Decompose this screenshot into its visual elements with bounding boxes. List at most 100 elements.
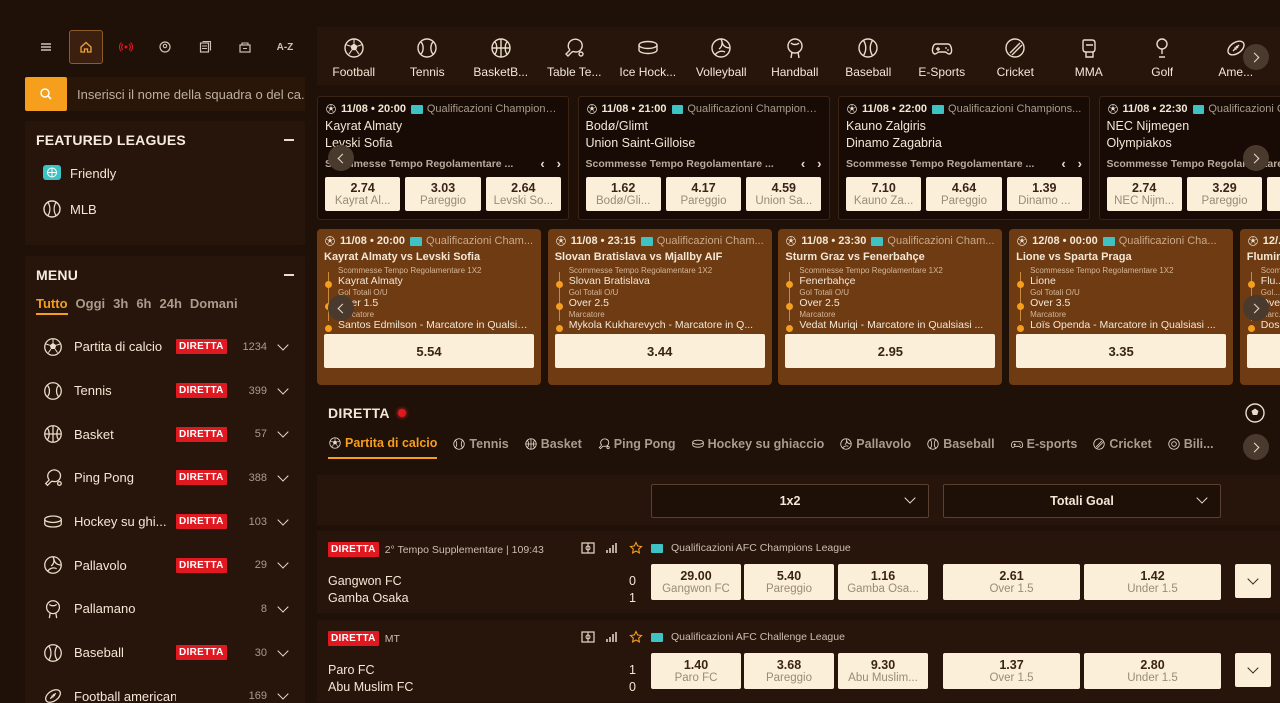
odds-button[interactable]: 7.10 Kauno Za... xyxy=(846,177,922,211)
odds-button[interactable]: 1.62 Bodø/Gli... xyxy=(585,177,661,211)
sidebar-sport-item[interactable]: Ping Pong DIRETTA 388 xyxy=(25,456,305,500)
odds-button[interactable]: 2.64 Levski So... xyxy=(485,177,561,211)
sports-nav-item[interactable]: Football xyxy=(317,27,391,85)
more-markets-button[interactable] xyxy=(1235,564,1271,598)
more-markets-button[interactable] xyxy=(1235,653,1271,687)
totals-odds-button[interactable]: 2.61 Over 1.5 xyxy=(943,564,1080,600)
odds-button[interactable]: 4.17 Pareggio xyxy=(665,177,742,211)
live-tab[interactable]: Tennis xyxy=(452,429,509,459)
collapse-icon[interactable] xyxy=(284,274,294,276)
stats-icon[interactable] xyxy=(605,541,619,555)
time-filter-oggi[interactable]: Oggi xyxy=(76,296,106,315)
menu-icon[interactable] xyxy=(29,30,63,64)
search-icon[interactable] xyxy=(25,77,67,111)
user-circle-icon[interactable] xyxy=(148,30,182,64)
odds-button[interactable]: 29.00 Gangwon FC xyxy=(651,564,741,600)
bet-builder-odds-button[interactable]: 2.95 xyxy=(785,334,996,368)
sidebar-sport-item[interactable]: Pallamano 8 xyxy=(25,587,305,631)
search-input[interactable] xyxy=(67,77,305,111)
odds-button[interactable]: 4.64 Pareggio xyxy=(926,177,1002,211)
featured-match-card[interactable]: 11/08 • 21:00 Qualificazioni Champions .… xyxy=(577,96,830,220)
market-select-totals[interactable]: Totali Goal xyxy=(943,484,1221,518)
star-icon[interactable] xyxy=(629,630,643,644)
bet-builder-odds-button[interactable] xyxy=(1246,334,1280,368)
odds-button[interactable]: 1.16 Gamba Osa... xyxy=(838,564,928,600)
sidebar-sport-item[interactable]: Tennis DIRETTA 399 xyxy=(25,369,305,413)
odds-button[interactable]: 4.59 Union Sa... xyxy=(746,177,822,211)
featured-match-card[interactable]: 11/08 • 22:00 Qualificazioni Champions..… xyxy=(838,96,1090,220)
bet-builder-prev-button[interactable] xyxy=(328,295,354,321)
soccer-ball-icon[interactable] xyxy=(1244,402,1266,424)
odds-button[interactable] xyxy=(1267,177,1280,211)
pitch-icon[interactable] xyxy=(581,630,595,644)
live-tab[interactable]: Cricket xyxy=(1092,429,1152,459)
bet-builder-odds-button[interactable]: 5.54 xyxy=(324,334,534,368)
live-tabs-next-button[interactable] xyxy=(1243,434,1269,460)
sports-nav-item[interactable]: Table Te... xyxy=(538,27,612,85)
live-tab[interactable]: Partita di calcio xyxy=(328,429,438,459)
live-tab[interactable]: Basket xyxy=(524,429,582,459)
live-tab[interactable]: Hockey su ghiaccio xyxy=(691,429,824,459)
chevron-down-icon[interactable] xyxy=(277,557,289,569)
sports-nav-item[interactable]: Cricket xyxy=(979,27,1053,85)
stats-icon[interactable] xyxy=(605,630,619,644)
betslip-icon[interactable] xyxy=(188,30,222,64)
odds-button[interactable]: 2.74 NEC Nijm... xyxy=(1106,177,1182,211)
totals-odds-button[interactable]: 1.42 Under 1.5 xyxy=(1084,564,1221,600)
odds-button[interactable]: 1.39 Dinamo ... xyxy=(1006,177,1082,211)
chevron-left-icon[interactable]: ‹ xyxy=(1061,156,1065,171)
sports-nav-item[interactable]: Handball xyxy=(758,27,832,85)
live-tab[interactable]: Bili... xyxy=(1167,429,1214,459)
chevron-down-icon[interactable] xyxy=(277,339,289,351)
chevron-down-icon[interactable] xyxy=(277,513,289,526)
sports-nav-item[interactable]: Baseball xyxy=(832,27,906,85)
sidebar-sport-item[interactable]: Football americano 169 xyxy=(25,675,305,703)
bet-builder-card[interactable]: 11/08 • 23:15 Qualificazioni Cham... Slo… xyxy=(547,229,772,385)
featured-matches-next-button[interactable] xyxy=(1243,145,1269,171)
sidebar-sport-item[interactable]: Baseball DIRETTA 30 xyxy=(25,631,305,675)
bet-builder-card[interactable]: 11/08 • 23:30 Qualificazioni Cham... Stu… xyxy=(778,229,1003,385)
casino-icon[interactable] xyxy=(228,30,262,64)
odds-button[interactable]: 3.68 Pareggio xyxy=(744,653,834,689)
home-icon[interactable] xyxy=(68,30,103,64)
sports-nav-item[interactable]: E-Sports xyxy=(905,27,979,85)
chevron-left-icon[interactable]: ‹ xyxy=(540,156,544,171)
bet-builder-card[interactable]: 12/08 • 00:00 Qualificazioni Cha... Lion… xyxy=(1009,229,1234,385)
pitch-icon[interactable] xyxy=(581,541,595,555)
live-broadcast-icon[interactable] xyxy=(109,30,143,64)
a-z-icon[interactable]: A-Z xyxy=(268,30,302,64)
live-tab[interactable]: Pallavolo xyxy=(839,429,911,459)
live-tab[interactable]: Baseball xyxy=(926,429,995,459)
chevron-down-icon[interactable] xyxy=(277,644,289,657)
sports-nav-item[interactable]: Golf xyxy=(1126,27,1200,85)
featured-item-friendly[interactable]: Friendly xyxy=(25,155,305,191)
live-tab[interactable]: Ping Pong xyxy=(597,429,676,459)
chevron-down-icon[interactable] xyxy=(277,601,289,613)
featured-matches-prev-button[interactable] xyxy=(328,145,354,171)
bet-builder-odds-button[interactable]: 3.35 xyxy=(1016,334,1227,368)
live-event-row[interactable]: DIRETTA 2° Tempo Supplementare | 109:43 … xyxy=(317,531,1280,613)
live-event-row[interactable]: DIRETTA MT Qualificazioni AFC Challenge … xyxy=(317,620,1280,702)
sports-nav-item[interactable]: BasketB... xyxy=(464,27,538,85)
collapse-icon[interactable] xyxy=(284,139,294,141)
sidebar-sport-item[interactable]: Pallavolo DIRETTA 29 xyxy=(25,543,305,587)
bet-builder-odds-button[interactable]: 3.44 xyxy=(554,334,765,368)
time-filter-tutto[interactable]: Tutto xyxy=(36,296,68,315)
chevron-right-icon[interactable]: › xyxy=(1078,156,1082,171)
odds-button[interactable]: 5.40 Pareggio xyxy=(744,564,834,600)
odds-button[interactable]: 9.30 Abu Muslim... xyxy=(838,653,928,689)
sports-nav-item[interactable]: MMA xyxy=(1052,27,1126,85)
chevron-down-icon[interactable] xyxy=(277,426,289,438)
sidebar-sport-item[interactable]: Hockey su ghi... DIRETTA 103 xyxy=(25,500,305,544)
time-filter-domani[interactable]: Domani xyxy=(190,296,238,315)
totals-odds-button[interactable]: 1.37 Over 1.5 xyxy=(943,653,1080,689)
star-icon[interactable] xyxy=(629,541,643,555)
sports-nav-item[interactable]: Tennis xyxy=(391,27,465,85)
sidebar-sport-item[interactable]: Basket DIRETTA 57 xyxy=(25,412,305,456)
market-select-1x2[interactable]: 1x2 xyxy=(651,484,929,518)
time-filter-24h[interactable]: 24h xyxy=(159,296,181,315)
chevron-right-icon[interactable]: › xyxy=(557,156,561,171)
odds-button[interactable]: 3.29 Pareggio xyxy=(1186,177,1263,211)
bet-builder-next-button[interactable] xyxy=(1243,295,1269,321)
menu-header[interactable]: MENU xyxy=(25,260,305,290)
